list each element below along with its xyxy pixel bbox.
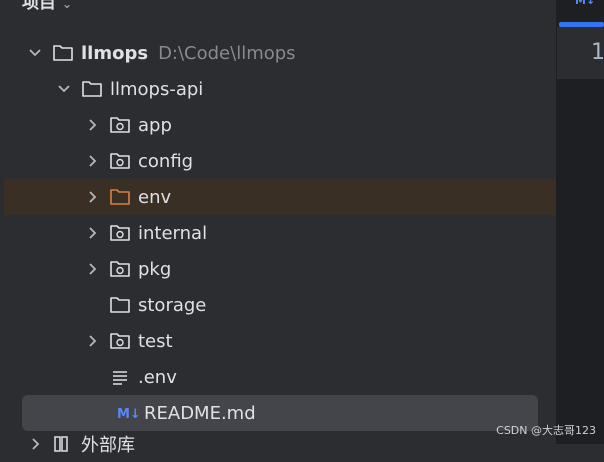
tree-row-dotenv[interactable]: .env (0, 359, 556, 395)
text-file-icon (109, 367, 131, 387)
tree-row-llmops[interactable]: llmops D:\Code\llmops (0, 35, 556, 71)
tree-item-label: config (138, 150, 194, 172)
package-folder-icon (109, 151, 131, 171)
chevron-right-icon[interactable] (83, 152, 101, 170)
watermark: CSDN @大志哥123 (496, 424, 596, 437)
chevron-right-icon[interactable] (83, 260, 101, 278)
package-folder-icon (109, 115, 131, 135)
tree-row-config[interactable]: config (0, 143, 556, 179)
tree-item-label: pkg (138, 258, 172, 280)
chevron-down-icon[interactable] (26, 44, 44, 62)
project-panel: 项目 ⌄ llmops D:\Code\llmops llmops-api ap… (0, 0, 556, 456)
tree-row-app[interactable]: app (0, 107, 556, 143)
tree-item-label: 外部库 (81, 435, 135, 456)
tree-item-label: llmops-api (110, 78, 204, 100)
folder-icon (81, 79, 103, 99)
markdown-tab-icon[interactable]: M↓ (575, 0, 595, 7)
package-folder-icon (109, 331, 131, 351)
panel-title[interactable]: 项目 ⌄ (22, 0, 72, 13)
markdown-file-icon: M↓ (117, 403, 141, 423)
tree-row-test[interactable]: test (0, 323, 556, 359)
tree-row-internal[interactable]: internal (0, 215, 556, 251)
tree-item-label: .env (138, 366, 177, 388)
folder-icon (52, 43, 74, 63)
chevron-right-icon[interactable] (26, 435, 44, 453)
tree-item-label: env (138, 186, 172, 208)
package-folder-icon (109, 259, 131, 279)
chevron-right-icon[interactable] (83, 188, 101, 206)
panel-title-label: 项目 (22, 0, 56, 13)
tree-row-pkg[interactable]: pkg (0, 251, 556, 287)
tree-item-label: llmops (81, 42, 149, 64)
tree-row-llmops-api[interactable]: llmops-api (0, 71, 556, 107)
project-path: D:\Code\llmops (158, 42, 296, 64)
package-folder-icon (109, 223, 131, 243)
chevron-down-icon[interactable]: ⌄ (62, 0, 72, 11)
tree-row-external-libraries[interactable]: 外部库 (0, 426, 556, 462)
tree-item-label: README.md (144, 402, 256, 424)
tree-row-env[interactable]: env (4, 179, 556, 215)
editor-area[interactable]: M↓ 1 (557, 0, 604, 444)
tree-item-label: test (138, 330, 173, 352)
chevron-right-icon[interactable] (83, 332, 101, 350)
tree-row-storage[interactable]: storage (0, 287, 556, 323)
folder-icon (109, 295, 131, 315)
library-icon (52, 434, 74, 454)
svg-text:M↓: M↓ (117, 407, 141, 422)
chevron-down-icon[interactable] (55, 80, 73, 98)
chevron-right-icon[interactable] (83, 224, 101, 242)
tree-item-label: internal (138, 222, 208, 244)
excluded-folder-icon (109, 187, 131, 207)
tree-item-label: storage (138, 294, 207, 316)
line-number: 1 (591, 40, 604, 65)
chevron-right-icon[interactable] (83, 116, 101, 134)
tree-item-label: app (138, 114, 172, 136)
